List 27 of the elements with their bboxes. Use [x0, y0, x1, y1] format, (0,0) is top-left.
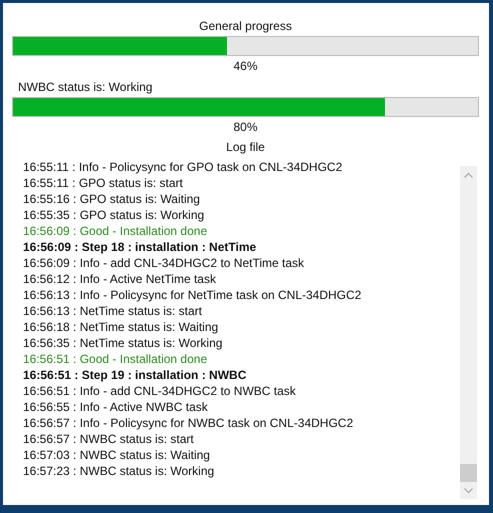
log-line: 16:56:09 : Good - Installation done [23, 223, 208, 239]
log-line: 16:56:13 : Info - Policysync for NetTime task on CNL-34DHGC2 [23, 287, 362, 303]
progress-title: General progress [198, 18, 293, 35]
log-line: 16:56:18 : NetTime status is: Waiting [23, 319, 220, 335]
progress-percent: 46% [232, 58, 259, 75]
log-line: 16:56:57 : NWBC status is: start [23, 431, 195, 447]
log-title: Log file [225, 139, 266, 156]
log-line: 16:55:11 : GPO status is: start [23, 175, 184, 191]
log-line: 16:56:57 : Info - Policysync for NWBC task on CNL-34DHGC2 [23, 415, 354, 431]
log-line: 16:56:13 : NetTime status is: start [23, 303, 203, 319]
log-line: 16:57:23 : NWBC status is: Working [23, 463, 216, 479]
log-line: 16:57:03 : NWBC status is: Waiting [23, 447, 211, 463]
log-line: 16:55:11 : Info - Policysync for GPO task on CNL-34DHGC2 [23, 159, 344, 175]
scroll-thumb[interactable] [460, 464, 477, 482]
status-label: NWBC status is: Working [17, 79, 154, 96]
log-line: 16:56:55 : Info - Active NWBC task [23, 399, 209, 415]
log-line: 16:56:51 : Good - Installation done [23, 351, 208, 367]
log-line: 16:56:09 : Info - add CNL-34DHGC2 to NetTime task [23, 255, 306, 271]
log-line: 16:55:16 : GPO status is: Waiting [23, 191, 201, 207]
scrollbar[interactable] [460, 166, 477, 499]
progress-percent: 80% [232, 119, 259, 136]
log-line: 16:56:12 : Info - Active NetTime task [23, 271, 217, 287]
log-line: 16:56:09 : Step 18 : installation : NetTime [23, 239, 258, 255]
log-line: 16:55:35 : GPO status is: Working [23, 207, 206, 223]
log-line: 16:56:51 : Info - add CNL-34DHGC2 to NWBC task [23, 383, 297, 399]
log-line: 16:56:51 : Step 19 : installation : NWBC [23, 367, 248, 383]
log-line: 16:56:35 : NetTime status is: Working [23, 335, 224, 351]
